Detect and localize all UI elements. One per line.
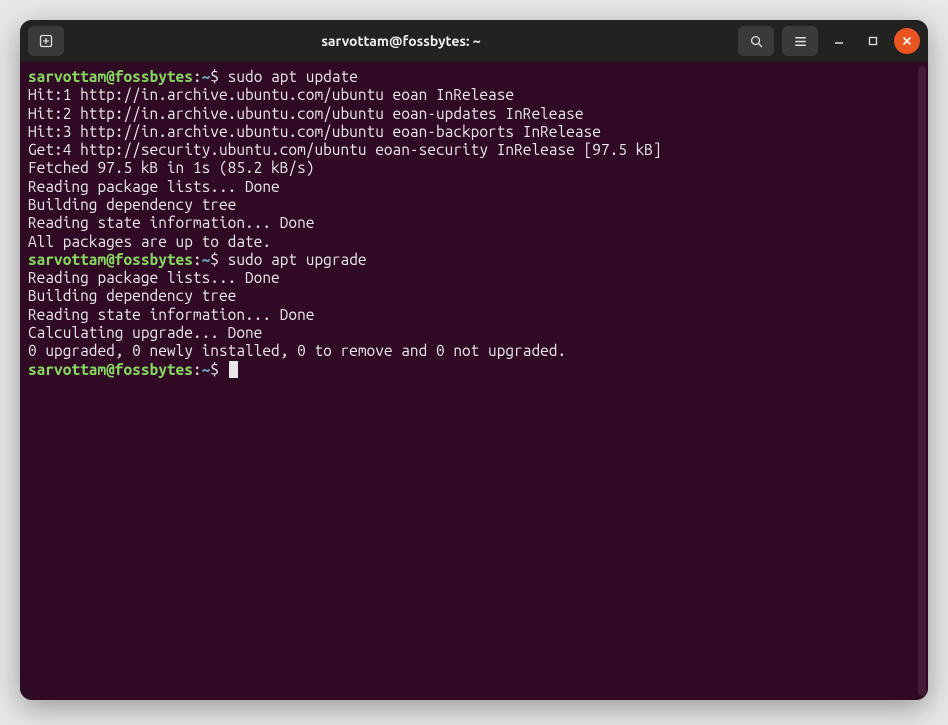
titlebar: sarvottam@fossbytes: ~ xyxy=(20,20,928,62)
output-line: 0 upgraded, 0 newly installed, 0 to remo… xyxy=(28,342,919,360)
command-text: sudo apt upgrade xyxy=(228,251,367,268)
scrollbar[interactable] xyxy=(918,66,926,696)
terminal-content[interactable]: sarvottam@fossbytes:~$ sudo apt updateHi… xyxy=(28,68,923,379)
prompt-user-host: sarvottam@fossbytes xyxy=(28,251,193,268)
prompt-path: ~ xyxy=(202,68,211,85)
prompt-symbol: $ xyxy=(210,68,227,85)
new-tab-icon xyxy=(38,33,54,49)
prompt-symbol: $ xyxy=(210,251,227,268)
hamburger-icon xyxy=(793,34,808,49)
prompt-line: sarvottam@fossbytes:~$ sudo apt upgrade xyxy=(28,251,919,269)
command-text: sudo apt update xyxy=(228,68,358,85)
minimize-icon xyxy=(833,35,845,47)
output-line: All packages are up to date. xyxy=(28,233,919,251)
close-button[interactable] xyxy=(894,28,920,54)
prompt-path: ~ xyxy=(202,361,211,378)
prompt-line: sarvottam@fossbytes:~$ sudo apt update xyxy=(28,68,919,86)
prompt-user-host: sarvottam@fossbytes xyxy=(28,361,193,378)
output-line: Reading state information... Done xyxy=(28,214,919,232)
output-line: Reading package lists... Done xyxy=(28,178,919,196)
window-title: sarvottam@fossbytes: ~ xyxy=(72,33,730,49)
close-icon xyxy=(901,35,913,47)
prompt-line: sarvottam@fossbytes:~$ xyxy=(28,361,919,379)
output-line: Hit:3 http://in.archive.ubuntu.com/ubunt… xyxy=(28,123,919,141)
maximize-button[interactable] xyxy=(860,28,886,54)
output-line: Building dependency tree xyxy=(28,287,919,305)
output-line: Reading package lists... Done xyxy=(28,269,919,287)
minimize-button[interactable] xyxy=(826,28,852,54)
output-line: Hit:1 http://in.archive.ubuntu.com/ubunt… xyxy=(28,86,919,104)
output-line: Building dependency tree xyxy=(28,196,919,214)
cursor xyxy=(229,361,238,378)
prompt-path: ~ xyxy=(202,251,211,268)
search-icon xyxy=(749,34,764,49)
menu-button[interactable] xyxy=(782,26,818,56)
terminal-body[interactable]: sarvottam@fossbytes:~$ sudo apt updateHi… xyxy=(20,62,928,700)
output-line: Hit:2 http://in.archive.ubuntu.com/ubunt… xyxy=(28,105,919,123)
maximize-icon xyxy=(867,35,879,47)
search-button[interactable] xyxy=(738,26,774,56)
terminal-window: sarvottam@fossbytes: ~ xyxy=(20,20,928,700)
output-line: Calculating upgrade... Done xyxy=(28,324,919,342)
prompt-user-host: sarvottam@fossbytes xyxy=(28,68,193,85)
output-line: Get:4 http://security.ubuntu.com/ubuntu … xyxy=(28,141,919,159)
new-tab-button[interactable] xyxy=(28,26,64,56)
prompt-symbol: $ xyxy=(210,361,227,378)
output-line: Reading state information... Done xyxy=(28,306,919,324)
output-line: Fetched 97.5 kB in 1s (85.2 kB/s) xyxy=(28,159,919,177)
